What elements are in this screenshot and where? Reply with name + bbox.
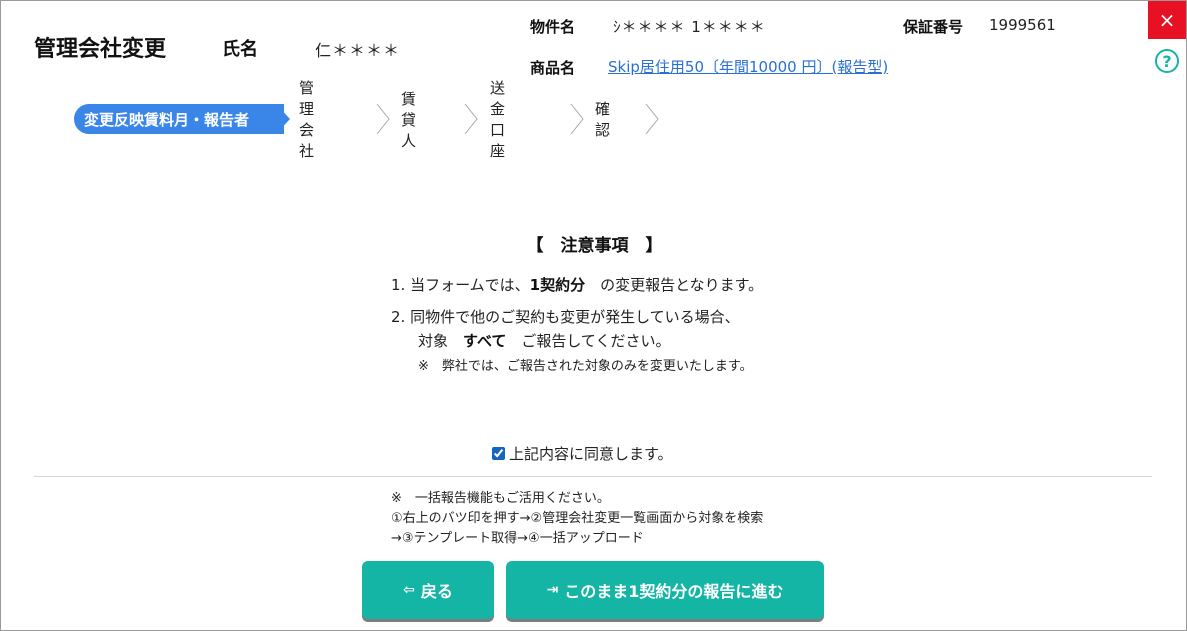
step-chevron-icon — [570, 104, 584, 134]
divider — [34, 476, 1152, 477]
modal-window: × ? 管理会社変更 氏名 仁＊＊＊＊ 物件名 ｼ＊＊＊＊ 1＊＊＊＊ 保証番号… — [0, 0, 1187, 631]
notice-item-1-suffix: の変更報告となります。 — [585, 276, 764, 294]
page-title: 管理会社変更 — [34, 37, 167, 62]
proceed-button[interactable]: ⇥ このまま1契約分の報告に進む — [506, 561, 824, 619]
step-chevron-icon — [464, 104, 478, 134]
property-label: 物件名 — [530, 18, 576, 36]
step-active: 変更反映賃料月・報告者 — [74, 104, 284, 134]
notice-item-2-prefix: 対象 — [418, 332, 464, 350]
tip-line-3: →③テンプレート取得→④一括アップロード — [391, 531, 644, 546]
tip-line-2: ①右上のバツ印を押す→②管理会社変更一覧画面から対象を検索 — [391, 511, 764, 526]
name-value: 仁＊＊＊＊ — [315, 41, 401, 60]
notice-item-2-suffix: ご報告してください。 — [506, 332, 671, 350]
back-icon: ⇦ — [403, 582, 415, 598]
notice-item-2-note: ※ 弊社では、ご報告された対象のみを変更いたします。 — [418, 359, 753, 374]
step-2: 管理会社 — [299, 79, 314, 160]
step-5: 確認 — [595, 100, 610, 139]
close-icon: × — [1158, 8, 1176, 32]
step-active-arrow — [276, 104, 290, 134]
notice-title: 【 注意事項 】 — [526, 236, 663, 256]
help-button[interactable]: ? — [1155, 49, 1179, 73]
back-button[interactable]: ⇦ 戻る — [362, 561, 494, 619]
login-icon: ⇥ — [546, 582, 559, 598]
notice-item-2-bold: すべて — [463, 332, 507, 350]
step-4: 送金口座 — [490, 79, 505, 160]
notice-item-2-line2: 対象 すべて ご報告してください。 — [418, 330, 670, 351]
agree-checkbox-row[interactable]: 上記内容に同意します。 — [492, 443, 673, 464]
product-link[interactable]: Skip居住用50〔年間10000 円〕(報告型) — [608, 56, 888, 77]
agree-label: 上記内容に同意します。 — [509, 445, 673, 463]
name-label: 氏名 — [222, 39, 258, 60]
proceed-button-label: このまま1契約分の報告に進む — [564, 582, 784, 601]
product-label: 商品名 — [530, 59, 576, 77]
step-label-2: 管理会社 — [299, 79, 315, 160]
agree-checkbox[interactable] — [492, 447, 505, 460]
step-3: 賃貸人 — [401, 90, 416, 150]
notice-item-1: 1. 当フォームでは、1契約分 の変更報告となります。 — [391, 274, 763, 295]
step-label-3: 賃貸人 — [401, 89, 417, 150]
property-value: ｼ＊＊＊＊ 1＊＊＊＊ — [613, 18, 766, 36]
tip-line-1: ※ 一括報告機能もご活用ください。 — [391, 491, 610, 506]
notice-item-2-line1: 2. 同物件で他のご契約も変更が発生している場合、 — [391, 308, 740, 326]
step-chevron-icon — [376, 104, 390, 134]
step-label-5: 確認 — [595, 100, 611, 139]
close-button[interactable]: × — [1148, 1, 1186, 39]
notice-item-1-bold: 1契約分 — [529, 276, 586, 294]
help-icon: ? — [1162, 51, 1172, 71]
step-label-4: 送金口座 — [490, 79, 506, 160]
step-chevron-icon — [645, 104, 659, 134]
notice-item-1-prefix: 1. 当フォームでは、 — [391, 276, 530, 294]
back-button-label: 戻る — [420, 582, 453, 601]
step-label-1: 変更反映賃料月・報告者 — [84, 110, 250, 129]
guarantee-value: 1999561 — [989, 16, 1056, 34]
guarantee-label: 保証番号 — [903, 18, 964, 36]
